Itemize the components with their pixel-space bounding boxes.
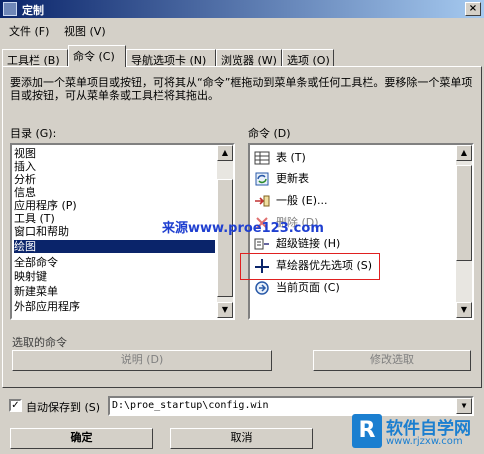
autosave-label: 自动保存到 (S): [26, 401, 101, 414]
command-label: 表 (T): [276, 151, 306, 164]
command-label: 当前页面 (C): [276, 281, 340, 294]
menu-file[interactable]: 文件 (F): [9, 23, 49, 39]
tab-navigator[interactable]: 导航选项卡 (N): [126, 49, 216, 67]
scroll-up-button[interactable]: ▲: [456, 145, 472, 161]
modify-selection-button[interactable]: 修改选取: [313, 350, 471, 371]
tab-strip: 工具栏 (B) 命令 (C) 导航选项卡 (N) 浏览器 (W) 选项 (O): [2, 45, 482, 67]
category-item[interactable]: 分析: [14, 173, 36, 186]
current-page-icon: [255, 281, 269, 295]
logo-url: www.rjzxw.com: [386, 436, 463, 447]
close-button[interactable]: ×: [465, 2, 481, 16]
category-item[interactable]: 应用程序 (P): [14, 199, 77, 212]
tab-options[interactable]: 选项 (O): [282, 49, 334, 67]
command-label: 一般 (E)...: [276, 194, 328, 207]
highlight-box: [240, 253, 380, 280]
commands-scrollbar[interactable]: ▲ ▼: [456, 145, 472, 318]
category-item[interactable]: 插入: [14, 160, 36, 173]
category-item[interactable]: 信息: [14, 186, 36, 199]
menu-bar: 文件 (F) 视图 (V): [0, 20, 484, 40]
refresh-icon: [255, 172, 269, 186]
category-item[interactable]: 全部命令: [14, 256, 58, 269]
instructions-text: 要添加一个菜单项目或按钮，可将其从“命令”框拖动到菜单条或任何工具栏。要移除一个…: [10, 76, 473, 102]
command-label: 超级链接 (H): [276, 237, 341, 250]
scroll-down-button[interactable]: ▼: [456, 302, 472, 318]
category-item-selected[interactable]: 绘图: [14, 240, 215, 253]
scroll-down-button[interactable]: ▼: [217, 302, 233, 318]
logo-mark: R: [352, 414, 382, 448]
description-button[interactable]: 说明 (D): [12, 350, 272, 371]
category-item[interactable]: 新建菜单: [14, 285, 58, 298]
category-item[interactable]: 视图: [14, 147, 36, 160]
ok-button[interactable]: 确定: [10, 428, 153, 449]
app-icon: [3, 2, 17, 16]
tab-toolbars[interactable]: 工具栏 (B): [2, 49, 68, 67]
hyperlink-icon: [254, 238, 269, 250]
site-logo: R 软件自学网 www.rjzxw.com: [352, 414, 484, 454]
table-icon: [254, 151, 270, 165]
autosave-checkbox[interactable]: ✓: [9, 399, 22, 412]
category-item[interactable]: 映射键: [14, 270, 47, 283]
categories-label: 目录 (G):: [10, 127, 57, 140]
watermark-text: 来源www.proe123.com: [162, 221, 324, 236]
tab-browser[interactable]: 浏览器 (W): [216, 49, 282, 67]
category-item[interactable]: 外部应用程序: [14, 300, 80, 313]
scroll-up-button[interactable]: ▲: [217, 145, 233, 161]
chevron-down-icon[interactable]: ▼: [456, 398, 472, 414]
commands-label: 命令 (D): [248, 127, 291, 140]
scroll-thumb[interactable]: [217, 179, 233, 297]
command-label: 更新表: [276, 172, 309, 185]
general-arrow-icon: [255, 195, 270, 207]
category-item[interactable]: 窗口和帮助: [14, 225, 69, 238]
category-item[interactable]: 工具 (T): [14, 212, 55, 225]
cancel-button[interactable]: 取消: [170, 428, 313, 449]
window-title: 定制: [22, 4, 44, 17]
title-bar: 定制 ×: [0, 0, 484, 18]
autosave-path-value: D:\proe_startup\config.win: [112, 400, 269, 411]
menu-view[interactable]: 视图 (V): [64, 23, 106, 39]
tab-commands[interactable]: 命令 (C): [68, 45, 126, 67]
selected-command-label: 选取的命令: [12, 336, 67, 349]
scroll-thumb[interactable]: [456, 165, 472, 261]
autosave-path-combo[interactable]: D:\proe_startup\config.win ▼: [108, 396, 474, 416]
